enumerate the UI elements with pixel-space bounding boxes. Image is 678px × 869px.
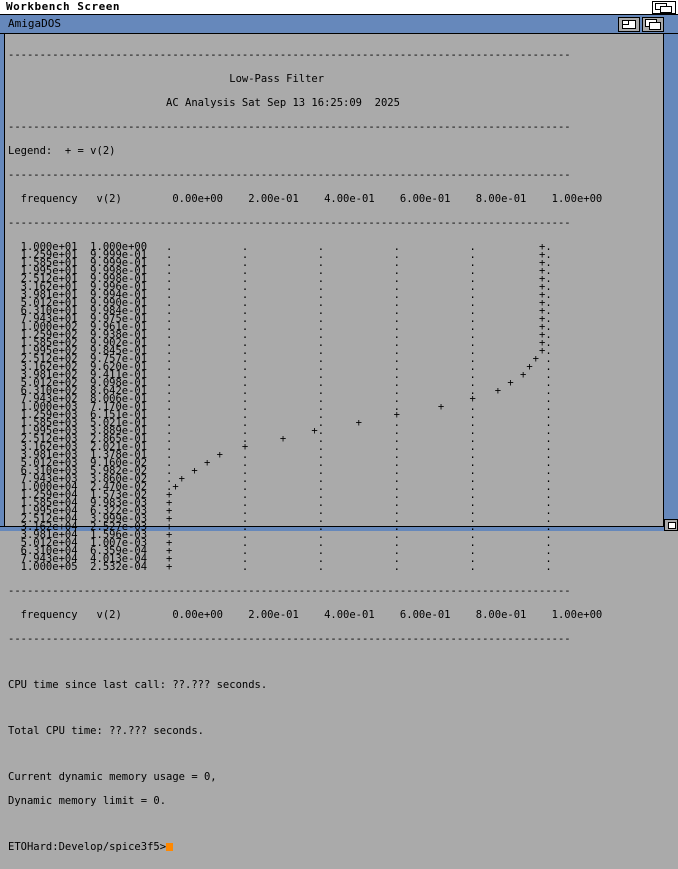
cpu-since-text: CPU time since last call: ??.??? seconds… <box>8 679 268 691</box>
rule-line: ----------------------------------------… <box>8 121 571 133</box>
plot-title: Low-Pass Filter <box>8 73 325 85</box>
screen-title-bar[interactable]: Workbench Screen <box>0 0 678 15</box>
window-zoom-gadget[interactable] <box>618 17 640 32</box>
plot-row: 7.943e+04 4.013e-04 + . . . . . <box>8 553 552 565</box>
memory-current-text: Current dynamic memory usage = 0, <box>8 771 217 783</box>
screen-title: Workbench Screen <box>6 0 120 13</box>
amigados-window: AmigaDOS -------------------------------… <box>0 15 678 853</box>
screen-depth-gadget[interactable] <box>652 1 676 14</box>
plot-header: frequency v(2) 0.00e+00 2.00e-01 4.00e-0… <box>8 193 603 205</box>
console-output[interactable]: ----------------------------------------… <box>8 35 658 853</box>
rule-line: ----------------------------------------… <box>8 217 571 229</box>
window-size-gadget[interactable] <box>664 519 678 531</box>
shell-prompt[interactable]: ETOHard:Develop/spice3f5> <box>8 841 658 853</box>
rule-line: ----------------------------------------… <box>8 49 571 61</box>
plot-subtitle: AC Analysis Sat Sep 13 16:25:09 2025 <box>8 97 400 109</box>
plot-header-bottom: frequency v(2) 0.00e+00 2.00e-01 4.00e-0… <box>8 609 603 621</box>
prompt-text: ETOHard:Develop/spice3f5> <box>8 841 167 853</box>
cpu-total-text: Total CPU time: ??.??? seconds. <box>8 725 204 737</box>
rule-line: ----------------------------------------… <box>8 169 571 181</box>
window-title: AmigaDOS <box>8 17 61 30</box>
memory-limit-text: Dynamic memory limit = 0. <box>8 795 167 807</box>
window-title-bar[interactable]: AmigaDOS <box>0 15 678 34</box>
plot-legend: Legend: + = v(2) <box>8 145 116 157</box>
text-cursor <box>166 843 174 851</box>
plot-row: 5.012e+04 1.007e-03 + . . . . . <box>8 537 552 549</box>
rule-line: ----------------------------------------… <box>8 633 571 645</box>
window-right-border <box>663 34 678 531</box>
rule-line: ----------------------------------------… <box>8 585 571 597</box>
plot-row: 1.000e+05 2.532e-04 + . . . . . <box>8 561 552 573</box>
window-depth-gadget[interactable] <box>642 17 664 32</box>
plot-row: 6.310e+04 6.359e-04 + . . . . . <box>8 545 552 557</box>
plot-row: 3.981e+04 1.596e-03 + . . . . . <box>8 529 552 541</box>
plot-rows: 1.000e+01 1.000e+00 . . . . . +. 1.259e+… <box>8 242 658 573</box>
window-left-border <box>0 34 5 531</box>
